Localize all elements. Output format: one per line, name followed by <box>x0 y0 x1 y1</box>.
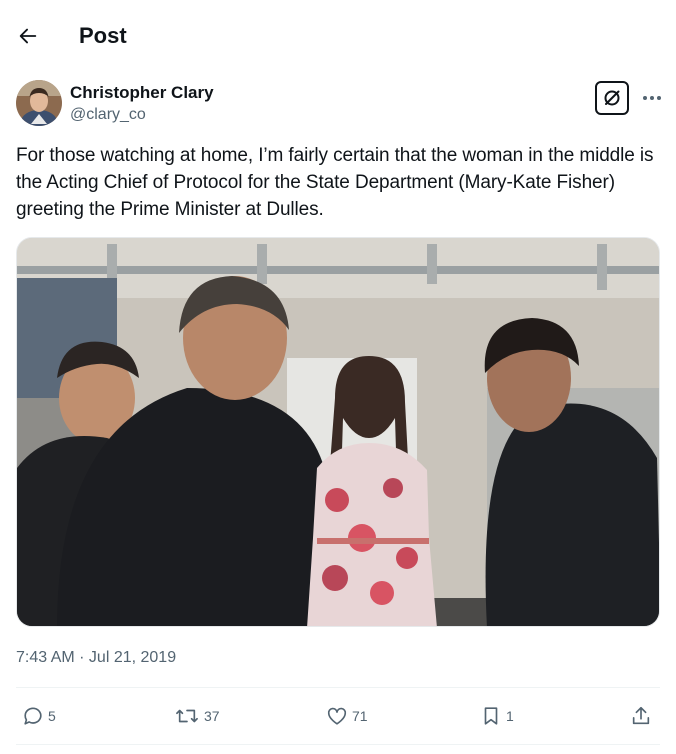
video-frame <box>17 238 659 626</box>
heart-icon <box>327 707 347 725</box>
divider <box>16 744 660 745</box>
post-author: Christopher Clary @clary_co <box>16 80 661 128</box>
grok-button[interactable] <box>595 81 629 115</box>
like-count: 71 <box>352 708 368 724</box>
author-handle[interactable]: @clary_co <box>70 104 146 126</box>
share-button[interactable] <box>630 696 652 736</box>
repost-count: 37 <box>204 708 220 724</box>
action-bar: 5 37 71 1 <box>16 696 660 736</box>
more-button[interactable] <box>638 84 666 112</box>
page-title: Post <box>79 23 127 48</box>
post-text: For those watching at home, I’m fairly c… <box>16 145 654 220</box>
author-name[interactable]: Christopher Clary <box>70 82 214 104</box>
repost-icon <box>176 709 198 723</box>
post-page: Post Christopher Clary @clary_co For tho… <box>0 0 676 754</box>
reply-button[interactable]: 5 <box>22 696 56 736</box>
avatar[interactable] <box>16 80 62 126</box>
divider <box>16 687 660 688</box>
top-bar: Post <box>0 0 676 72</box>
post-timestamp[interactable]: 7:43 AM · Jul 21, 2019 <box>16 647 176 669</box>
post-video[interactable] <box>16 237 660 627</box>
bookmark-button[interactable]: 1 <box>480 696 514 736</box>
grok-icon <box>604 90 620 106</box>
like-button[interactable]: 71 <box>326 696 368 736</box>
more-horizontal-icon <box>643 96 661 100</box>
repost-button[interactable]: 37 <box>174 696 220 736</box>
back-button[interactable] <box>10 18 46 54</box>
share-icon <box>632 706 650 725</box>
reply-icon <box>24 707 42 725</box>
arrow-left-icon <box>19 28 37 44</box>
bookmark-icon <box>484 707 498 725</box>
reply-count: 5 <box>48 708 56 724</box>
bookmark-count: 1 <box>506 708 514 724</box>
